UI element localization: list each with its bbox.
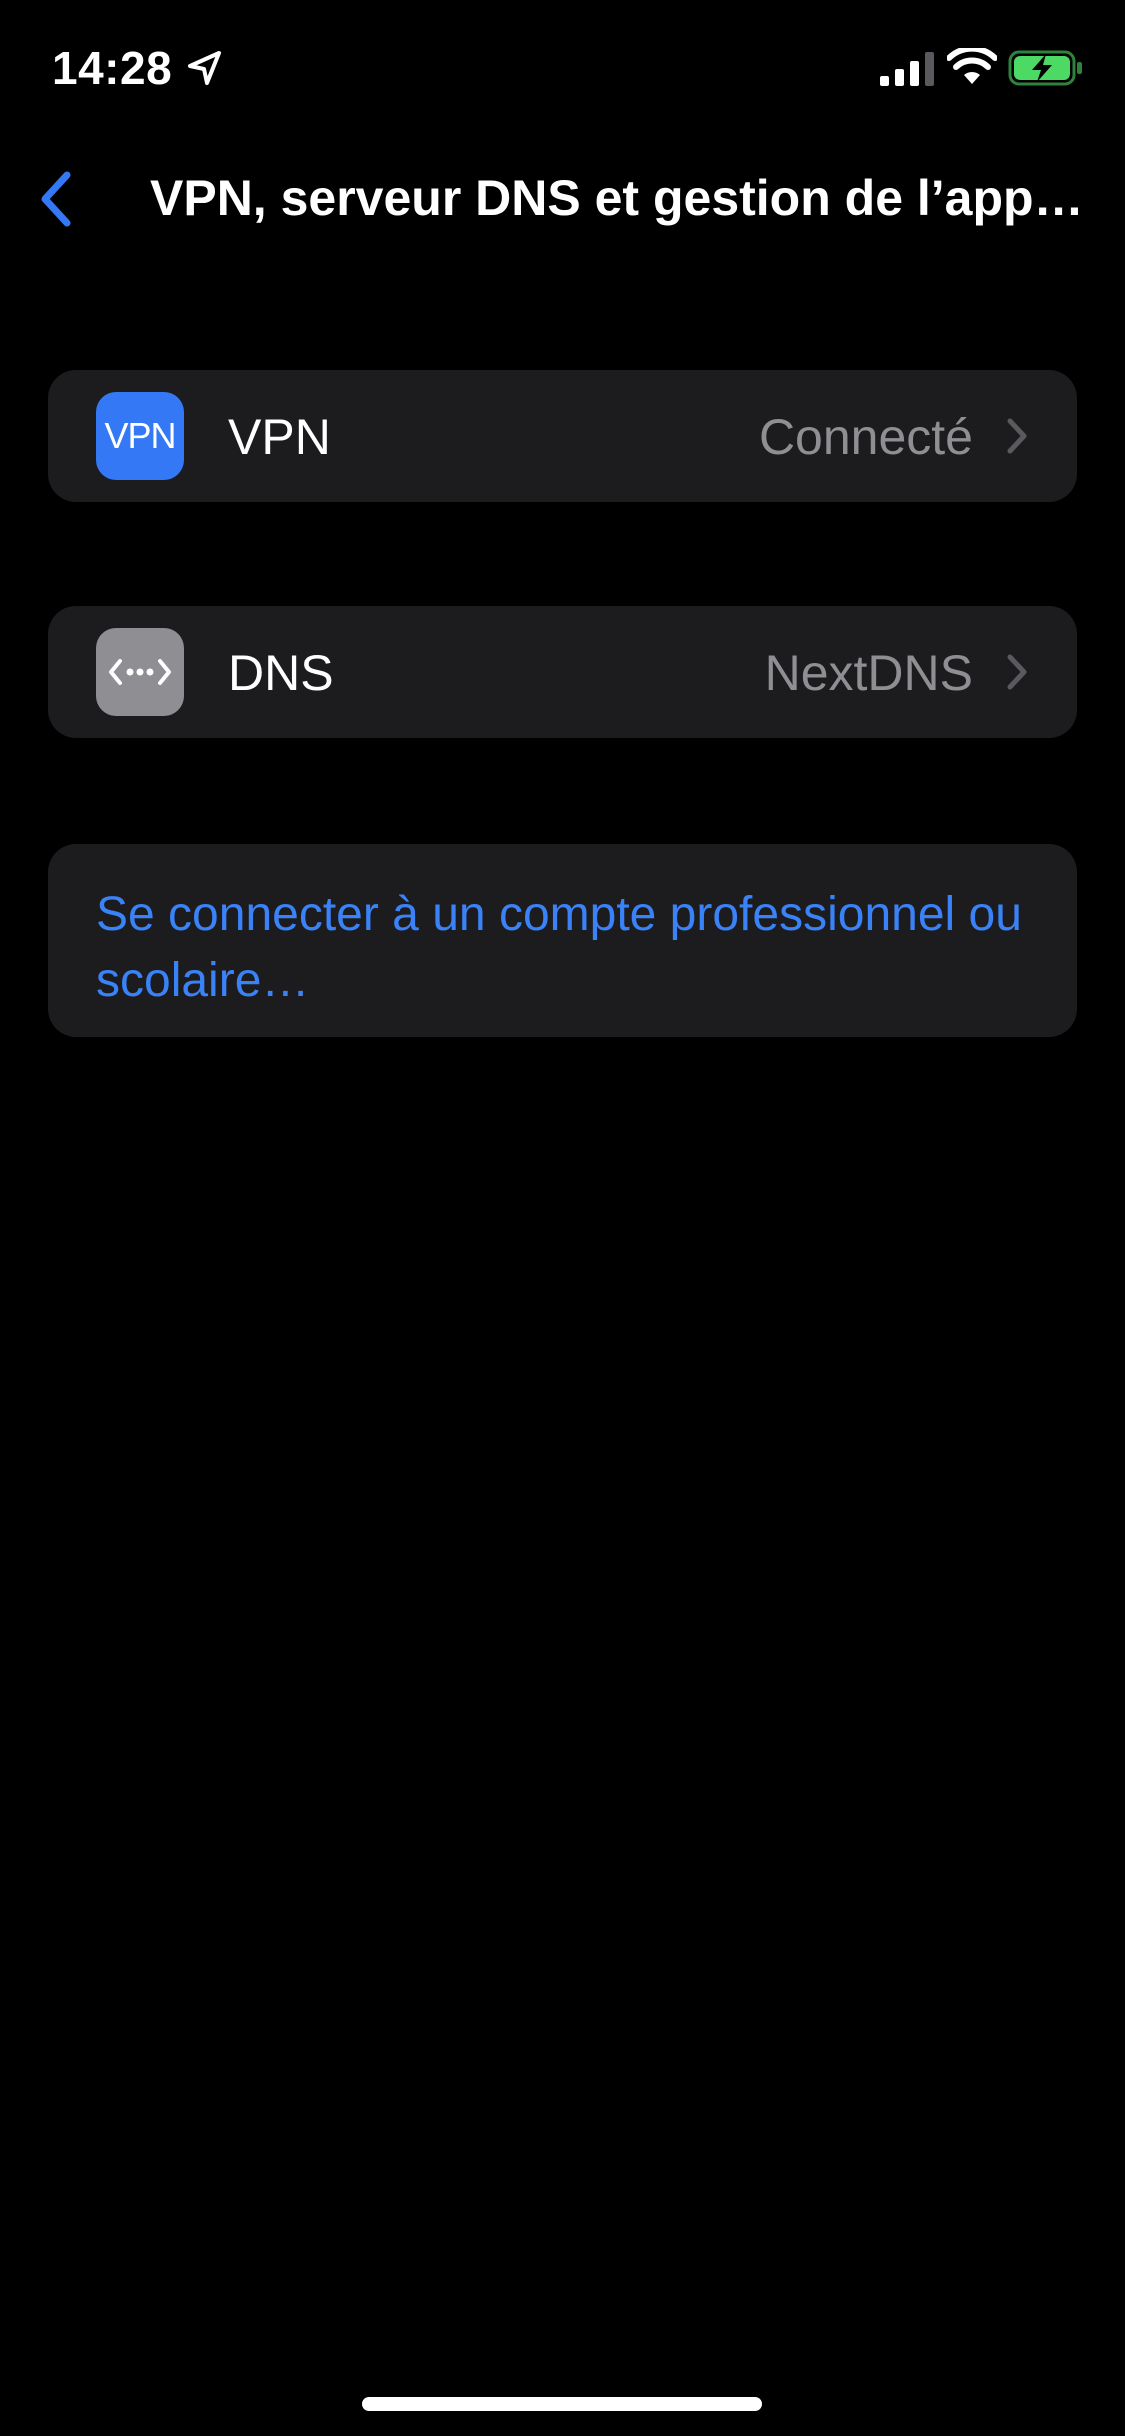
dns-dots-icon bbox=[96, 628, 184, 716]
dns-arrows-icon bbox=[109, 659, 171, 685]
wifi-icon bbox=[947, 48, 997, 84]
chevron-left-icon bbox=[41, 171, 71, 227]
vpn-status: Connecté bbox=[758, 409, 973, 465]
cellular-signal-icon bbox=[880, 52, 934, 86]
home-indicator[interactable] bbox=[362, 2397, 762, 2411]
chevron-right-icon bbox=[1007, 654, 1027, 690]
dns-group: DNS NextDNS bbox=[48, 606, 1077, 738]
vpn-label: VPN bbox=[228, 409, 331, 465]
vpn-row[interactable]: VPN VPN Connecté bbox=[48, 370, 1077, 502]
status-bar: 14:28 bbox=[0, 0, 1125, 140]
dns-row[interactable]: DNS NextDNS bbox=[48, 606, 1077, 738]
battery-charging-icon bbox=[1008, 50, 1082, 86]
vpn-icon-label: VPN bbox=[104, 415, 176, 456]
chevron-right-icon bbox=[1007, 418, 1027, 454]
dns-label: DNS bbox=[228, 645, 334, 701]
connect-work-school-account-link[interactable]: Se connecter à un compte professionnel o… bbox=[48, 844, 1077, 1052]
account-link-group: Se connecter à un compte professionnel o… bbox=[48, 844, 1077, 1037]
navigation-bar: VPN, serveur DNS et gestion de l’app… bbox=[0, 140, 1125, 260]
back-button[interactable] bbox=[20, 162, 90, 236]
vpn-group: VPN VPN Connecté bbox=[48, 370, 1077, 502]
page-title: VPN, serveur DNS et gestion de l’app… bbox=[150, 170, 1080, 226]
dns-value: NextDNS bbox=[764, 645, 973, 701]
location-arrow-icon bbox=[188, 51, 221, 85]
vpn-icon: VPN bbox=[96, 392, 184, 480]
status-time: 14:28 bbox=[52, 42, 173, 94]
connect-account-label: Se connecter à un compte professionnel o… bbox=[96, 888, 1022, 1007]
